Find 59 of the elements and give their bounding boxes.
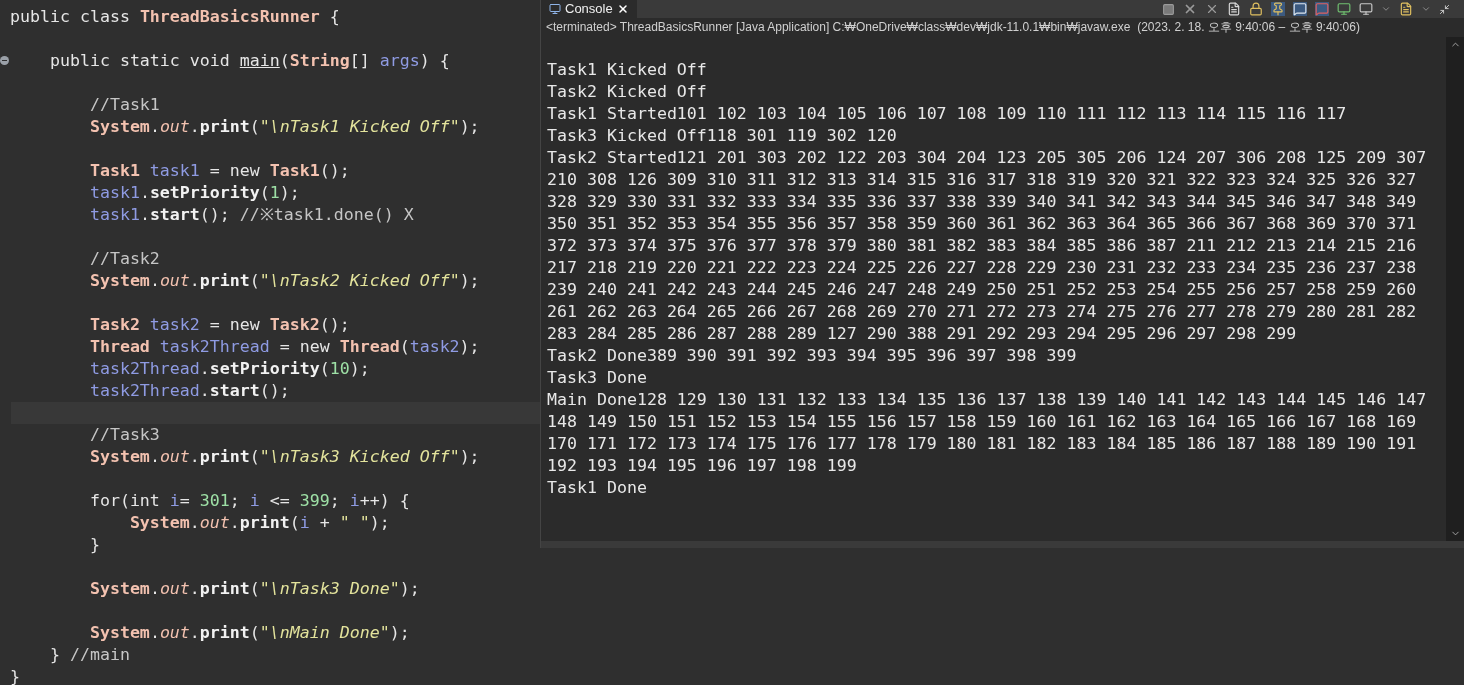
console-output-line: Task2 Started121 201 303 202 122 203 304 204 123 205 305 206 124 207 306 208 125 209 307	[547, 147, 1427, 169]
console-output-line: 210 308 126 309 310 311 312 313 314 315 316 317 318 319 320 321 322 323 324 325 326 327	[547, 169, 1417, 191]
code-line: Task2 task2 = new Task2();	[88, 314, 350, 336]
minimize-icon[interactable]	[1439, 3, 1450, 15]
console-output-line: Task3 Kicked Off118 301 119 302 120	[547, 125, 897, 147]
pin-icon[interactable]	[1271, 2, 1285, 16]
code-line: System.out.print("\nTask3 Done");	[88, 578, 420, 600]
message-icon[interactable]	[1293, 2, 1307, 16]
console-output-line: Task1 Kicked Off	[547, 59, 707, 81]
code-line: System.out.print(i + " ");	[128, 512, 390, 534]
console-tab[interactable]: Console	[541, 0, 637, 18]
vertical-scrollbar[interactable]	[1446, 37, 1464, 541]
console-output-line: Task1 Started101 102 103 104 105 106 107 108 109 110 111 112 113 114 115 116 117	[547, 103, 1347, 125]
document-icon[interactable]	[1227, 2, 1241, 16]
console-output-line: Task2 Done389 390 391 392 393 394 395 396 397 398 399	[547, 345, 1077, 367]
code-line: Thread task2Thread = new Thread(task2);	[88, 336, 480, 358]
code-line: task2Thread.start();	[88, 380, 290, 402]
fold-icon[interactable]	[0, 56, 9, 65]
console-output-line: Main Done128 129 130 131 132 133 134 135 136 137 138 139 140 141 142 143 144 145 146 147	[547, 389, 1427, 411]
console-output-line: 192 193 194 195 196 197 198 199	[547, 455, 857, 477]
horizontal-scrollbar[interactable]	[541, 541, 1464, 548]
monitor-icon	[549, 3, 561, 15]
display-icon[interactable]	[1359, 2, 1373, 16]
code-line: task1.setPriority(1);	[88, 182, 300, 204]
console-output-line: 372 373 374 375 376 377 378 379 380 381 382 383 384 385 386 387 211 212 213 214 215 216	[547, 235, 1417, 257]
code-line: } //main	[48, 644, 130, 666]
code-line: System.out.print("\nTask3 Kicked Off");	[88, 446, 480, 468]
code-line: for(int i= 301; i <= 399; i++) {	[88, 490, 410, 512]
console-output-line: Task3 Done	[547, 367, 647, 389]
code-line: System.out.print("\nTask2 Kicked Off");	[88, 270, 480, 292]
code-line: task1.start(); //※task1.done() X	[88, 204, 414, 226]
console-output-line: 217 218 219 220 221 222 223 224 225 226 227 228 229 230 231 232 233 234 235 236 237 238	[547, 257, 1417, 279]
console-output-line: 239 240 241 242 243 244 245 246 247 248 249 250 251 252 253 254 255 256 257 258 259 260	[547, 279, 1417, 301]
console-output-line: 170 171 172 173 174 175 176 177 178 179 180 181 182 183 184 185 186 187 188 189 190 191	[547, 433, 1417, 455]
remove-icon[interactable]	[1183, 2, 1197, 16]
console-output-line: 328 329 330 331 332 333 334 335 336 337 338 339 340 341 342 343 344 345 346 347 348 349	[547, 191, 1417, 213]
console-output-line: 283 284 285 286 287 288 289 127 290 388 291 292 293 294 295 296 297 298 299	[547, 323, 1297, 345]
console-output-line: 261 262 263 264 265 266 267 268 269 270 271 272 273 274 275 276 277 278 279 280 281 282	[547, 301, 1417, 323]
close-icon[interactable]	[616, 3, 629, 15]
code-line: public class ThreadBasicsRunner {	[10, 6, 340, 28]
code-line: task2Thread.setPriority(10);	[88, 358, 370, 380]
lock-icon[interactable]	[1249, 2, 1263, 16]
console-output-line: 350 351 352 353 354 355 356 357 358 359 360 361 362 363 364 365 366 367 368 369 370 371	[547, 213, 1417, 235]
dropdown-icon[interactable]	[1381, 4, 1391, 14]
code-line: System.out.print("\nTask1 Kicked Off");	[88, 116, 480, 138]
code-line: //Task1	[88, 94, 160, 116]
code-line: public static void main(String[] args) {	[48, 50, 450, 72]
code-line: System.out.print("\nMain Done");	[88, 622, 410, 644]
console-output-line: 148 149 150 151 152 153 154 155 156 157 158 159 160 161 162 163 164 165 166 167 168 169	[547, 411, 1417, 433]
code-line: }	[88, 534, 100, 556]
code-line: //Task3	[88, 424, 160, 446]
console-output-line: Task1 Done	[547, 477, 647, 499]
dropdown-icon[interactable]	[1421, 4, 1431, 14]
code-line: }	[10, 666, 20, 685]
remove-all-icon[interactable]	[1205, 2, 1219, 16]
code-line: //Task2	[88, 248, 160, 270]
code-line: Task1 task1 = new Task1();	[88, 160, 350, 182]
console-output-line: Task2 Kicked Off	[547, 81, 707, 103]
stop-icon[interactable]	[1162, 2, 1175, 16]
